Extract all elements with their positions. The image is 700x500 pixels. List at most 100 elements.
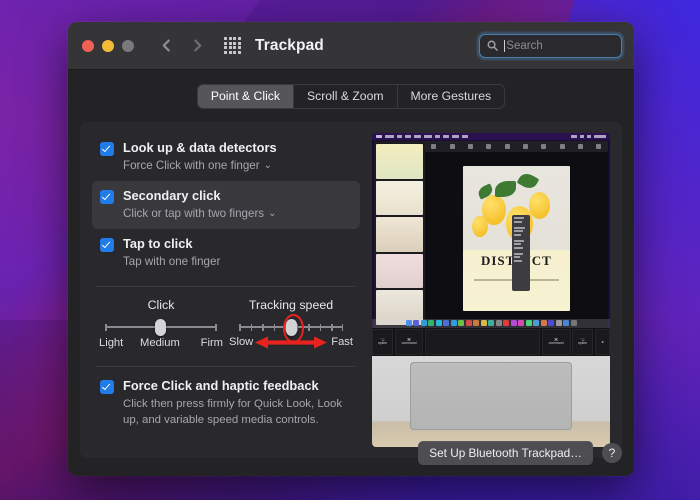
search-icon: [487, 40, 498, 51]
minimize-button[interactable]: [102, 40, 114, 52]
slider-tick: [251, 324, 253, 331]
tracking-speed-thumb[interactable]: [286, 319, 297, 336]
key-command-left: ⌘ command: [395, 329, 424, 355]
key-label: option: [378, 342, 387, 346]
preview-pages-window: DISTINCT: [374, 141, 608, 328]
key-symbol: ◂: [601, 340, 603, 344]
option-subtitle-text: Click or tap with two fingers: [123, 207, 264, 220]
preview-mac-screen: DISTINCT: [372, 133, 610, 328]
tab-scroll-and-zoom[interactable]: Scroll & Zoom: [294, 85, 398, 108]
preview-toolbar: [425, 141, 608, 152]
tab-point-and-click[interactable]: Point & Click: [198, 85, 294, 108]
forward-button[interactable]: [191, 39, 204, 52]
tracking-speed-range-labels: Slow Fast: [229, 335, 353, 349]
preview-canvas: DISTINCT: [425, 141, 608, 328]
key-option-right: ⌥ option: [572, 329, 593, 355]
option-subtitle-text: Force Click with one finger: [123, 159, 260, 172]
option-subtitle-text: Tap with one finger: [123, 255, 220, 268]
traffic-light-buttons: [82, 40, 134, 52]
window-body: Point & Click Scroll & Zoom More Gesture…: [68, 70, 634, 476]
help-button[interactable]: ?: [602, 443, 622, 463]
tick-label-light: Light: [99, 337, 123, 349]
show-all-grid-icon[interactable]: [224, 37, 241, 54]
option-row-secondary-click[interactable]: Secondary click Click or tap with two fi…: [92, 181, 360, 229]
divider-top: [96, 286, 356, 287]
preview-context-menu: [512, 215, 530, 291]
window-footer: Set Up Bluetooth Trackpad… ?: [80, 441, 622, 465]
divider-bottom: [96, 366, 356, 367]
settings-left-column: Look up & data detectors Force Click wit…: [92, 133, 360, 447]
click-slider-tick-labels: Light Medium Firm: [99, 337, 223, 349]
key-command-right: ⌘ command: [542, 329, 571, 355]
option-title: Look up & data detectors: [123, 140, 277, 156]
option-title: Secondary click: [123, 188, 277, 204]
trackpad-preferences-window: Trackpad Search Point & Click Scroll & Z…: [68, 22, 634, 476]
slider-tick: [274, 324, 276, 331]
click-slider-group: Click Light Medium Firm: [96, 298, 226, 349]
preview-trackpad-area: [372, 356, 610, 447]
zoom-button[interactable]: [122, 40, 134, 52]
click-slider-label: Click: [148, 298, 175, 312]
slider-tick: [215, 324, 217, 331]
force-click-subtitle: Click then press firmly for Quick Look, …: [123, 397, 352, 428]
option-row-tap-to-click[interactable]: Tap to click Tap with one finger: [92, 229, 360, 277]
tick-label-firm: Firm: [201, 337, 223, 349]
chevron-down-icon[interactable]: ⌄: [268, 207, 276, 220]
search-placeholder: Search: [506, 40, 542, 52]
secondary-click-checkbox[interactable]: [100, 190, 114, 204]
look-up-checkbox[interactable]: [100, 142, 114, 156]
search-field[interactable]: Search: [479, 34, 622, 58]
window-titlebar: Trackpad Search: [68, 22, 634, 70]
close-button[interactable]: [82, 40, 94, 52]
video-content: DISTINCT: [372, 133, 610, 447]
settings-panel: Look up & data detectors Force Click wit…: [80, 122, 622, 458]
preview-slide-thumbnails: [374, 141, 425, 328]
window-title: Trackpad: [255, 37, 324, 55]
text-cursor: [504, 40, 505, 52]
sliders-row: Click Light Medium Firm: [92, 296, 360, 349]
slider-tick: [331, 324, 333, 331]
back-button[interactable]: [160, 39, 173, 52]
key-label: command: [402, 342, 417, 346]
tracking-speed-label: Tracking speed: [249, 298, 333, 312]
force-click-checkbox[interactable]: [100, 380, 114, 394]
tab-more-gestures[interactable]: More Gestures: [398, 85, 505, 108]
click-slider-track[interactable]: [105, 321, 217, 333]
slider-tick: [239, 324, 241, 331]
slider-tick: [320, 324, 322, 331]
set-up-bluetooth-trackpad-button[interactable]: Set Up Bluetooth Trackpad…: [418, 441, 593, 465]
label-slow: Slow: [229, 336, 253, 348]
chevron-down-icon[interactable]: ⌄: [264, 159, 272, 172]
navigation-buttons: [160, 39, 204, 52]
key-label: option: [578, 342, 587, 346]
key-spacebar: [425, 329, 540, 355]
preview-dock: [372, 319, 610, 328]
preview-document: DISTINCT: [463, 166, 569, 312]
gesture-preview-video[interactable]: DISTINCT: [372, 133, 610, 447]
force-click-title: Force Click and haptic feedback: [123, 378, 352, 394]
option-subtitle[interactable]: Click or tap with two fingers ⌄: [123, 206, 277, 221]
option-row-look-up[interactable]: Look up & data detectors Force Click wit…: [92, 133, 360, 181]
force-click-row[interactable]: Force Click and haptic feedback Click th…: [92, 376, 360, 428]
slider-tick: [262, 324, 264, 331]
preview-menu-bar: [372, 133, 610, 140]
preview-trackpad-surface: [410, 362, 572, 430]
option-title: Tap to click: [123, 236, 220, 252]
key-option-left: ⌥ option: [372, 329, 393, 355]
label-fast: Fast: [331, 336, 353, 348]
tracking-speed-track[interactable]: [239, 321, 343, 333]
click-slider-thumb[interactable]: [155, 319, 166, 336]
tracking-speed-slider-group: Tracking speed: [226, 298, 356, 349]
slider-tick: [105, 324, 107, 331]
tap-to-click-checkbox[interactable]: [100, 238, 114, 252]
option-subtitle[interactable]: Force Click with one finger ⌄: [123, 158, 277, 173]
option-subtitle: Tap with one finger: [123, 254, 220, 269]
slider-tick: [342, 324, 344, 331]
annotation-double-arrow-icon: [255, 336, 327, 349]
tick-label-medium: Medium: [140, 337, 180, 349]
key-label: command: [549, 342, 564, 346]
key-arrow: ◂: [595, 329, 610, 355]
tab-bar: Point & Click Scroll & Zoom More Gesture…: [80, 70, 622, 109]
preview-keyboard-row: ⌥ option ⌘ command ⌘ command: [372, 328, 610, 356]
slider-tick: [308, 324, 310, 331]
